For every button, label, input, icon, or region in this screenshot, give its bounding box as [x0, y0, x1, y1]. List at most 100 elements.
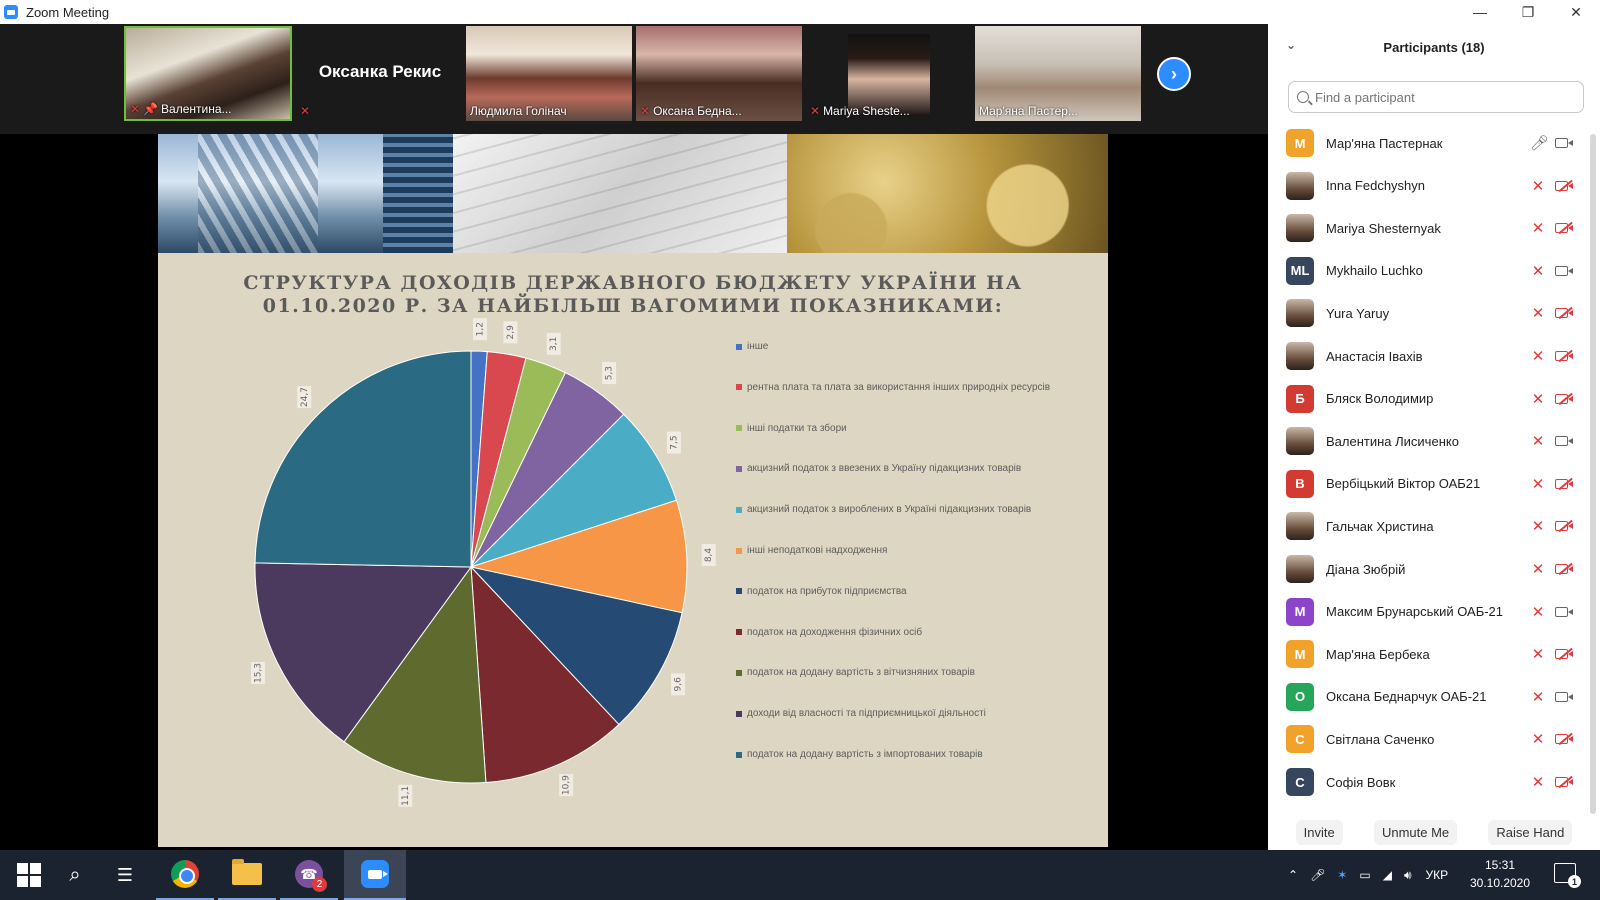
- participant-row[interactable]: С Софія Вовк ✕: [1268, 761, 1593, 803]
- participant-row[interactable]: Mariya Shesternyak ✕: [1268, 207, 1593, 249]
- tile-name-text: Mariya Sheste...: [823, 104, 910, 118]
- mic-muted-icon: ✕: [1531, 646, 1545, 664]
- bluetooth-icon[interactable]: ✶: [1337, 868, 1347, 882]
- participants-panel: ⌄ Participants (18) М Мар'яна Пастернак 🎤︎…: [1268, 24, 1600, 850]
- action-center-icon[interactable]: 1: [1554, 863, 1581, 888]
- participant-row[interactable]: Діана Зюбрій ✕: [1268, 548, 1593, 590]
- raise-hand-button[interactable]: Raise Hand: [1488, 819, 1573, 845]
- avatar: С: [1286, 725, 1314, 754]
- video-tile[interactable]: ✕ 📌 Валентина...: [124, 26, 292, 121]
- zoom-window: Zoom Meeting — ❐ ✕ ✕ 📌 Валентина... Окса…: [0, 0, 1600, 900]
- legend-swatch: [736, 384, 742, 391]
- taskbar-viber[interactable]: ☎ 2: [280, 850, 338, 900]
- camera-off-icon: [1555, 562, 1575, 576]
- legend-swatch: [736, 751, 742, 758]
- close-button[interactable]: ✕: [1552, 0, 1600, 24]
- legend-item: інші податки та збори: [736, 423, 847, 434]
- avatar: Б: [1286, 384, 1314, 413]
- chevron-right-icon: ›: [1171, 63, 1177, 84]
- avatar: О: [1286, 682, 1314, 711]
- participant-row[interactable]: Анастасія Іваxів ✕: [1268, 335, 1593, 377]
- avatar: С: [1286, 768, 1314, 796]
- taskbar-file-explorer[interactable]: [218, 850, 276, 900]
- viber-badge: 2: [312, 877, 327, 892]
- legend-label: акцизний податок з вироблених в Україні …: [747, 504, 1032, 516]
- video-tile[interactable]: ✕ Оксана Бедна...: [636, 26, 802, 121]
- clock-time: 15:31: [1484, 858, 1516, 872]
- participant-row[interactable]: Гальчак Христина ✕: [1268, 505, 1593, 547]
- participant-row[interactable]: С Світлана Саченко ✕: [1268, 718, 1593, 760]
- unmute-me-button[interactable]: Unmute Me: [1373, 819, 1458, 845]
- taskbar-zoom[interactable]: [344, 850, 406, 900]
- avatar: М: [1286, 640, 1314, 669]
- svg-text:2,9: 2,9: [506, 325, 516, 340]
- svg-text:15,3: 15,3: [253, 663, 263, 683]
- camera-icon: [1555, 136, 1575, 150]
- svg-text:5,3: 5,3: [605, 366, 615, 380]
- restore-icon: ❐: [1521, 3, 1535, 20]
- avatar: [1286, 171, 1314, 200]
- mic-muted-icon: ✕: [1531, 731, 1545, 749]
- next-page-button[interactable]: ›: [1157, 57, 1191, 91]
- restore-button[interactable]: ❐: [1504, 0, 1552, 24]
- camera-off-icon: [1555, 775, 1575, 789]
- presentation-slide: СТРУКТУРА ДОХОДІВ ДЕРЖАВНОГО БЮДЖЕТУ УКР…: [158, 134, 1108, 847]
- svg-text:24,7: 24,7: [300, 387, 310, 407]
- input-language[interactable]: УКР: [1426, 868, 1449, 882]
- legend-swatch: [736, 629, 742, 636]
- participant-search-input[interactable]: [1315, 89, 1565, 105]
- participant-row[interactable]: М Мар'яна Бербека ✕: [1268, 633, 1593, 675]
- mic-off-icon: ✕: [130, 102, 141, 116]
- chrome-icon: [171, 860, 199, 888]
- legend-label: рентна плата та плата за використання ін…: [747, 381, 1051, 393]
- participant-row[interactable]: Б Бляск Володимир ✕: [1268, 378, 1593, 420]
- participant-row[interactable]: ML Mykhailo Luchko ✕: [1268, 250, 1593, 292]
- legend-swatch: [736, 425, 742, 432]
- video-strip: ✕ 📌 Валентина... Оксанка Рекис ✕ Людмила…: [0, 24, 1268, 134]
- video-tile[interactable]: Мар'яна Пастер...: [975, 26, 1141, 121]
- legend-label: податок на додану вартість з імпортовани…: [747, 749, 983, 760]
- participant-row[interactable]: Yura Yaruy ✕: [1268, 292, 1593, 334]
- slice-data-label: 8,4: [701, 544, 716, 566]
- volume-icon[interactable]: 🔊︎: [1404, 868, 1412, 883]
- taskbar-chrome[interactable]: [156, 850, 214, 900]
- video-tile[interactable]: ✕ Mariya Sheste...: [806, 26, 972, 121]
- legend-label: інші неподаткові надходження: [747, 545, 888, 556]
- chevron-up-icon[interactable]: ⌃: [1288, 868, 1298, 882]
- avatar: ML: [1286, 256, 1314, 285]
- folder-icon: [232, 859, 262, 885]
- participant-row[interactable]: В Вербіцький Віктор ОАБ21 ✕: [1268, 463, 1593, 505]
- taskbar-clock[interactable]: 15:31 30.10.2020: [1465, 856, 1535, 892]
- camera-off-icon: [1555, 732, 1575, 746]
- legend-item: інші неподаткові надходження: [736, 545, 887, 556]
- participant-name: Yura Yaruy: [1326, 305, 1390, 321]
- minimize-button[interactable]: —: [1456, 0, 1504, 24]
- task-view-button[interactable]: ☰: [96, 850, 154, 900]
- participant-row[interactable]: Inna Fedchyshyn ✕: [1268, 165, 1593, 207]
- legend-swatch: [736, 588, 742, 595]
- legend-label: доходи від власності та підприємницької …: [747, 708, 986, 720]
- legend-label: інше: [747, 341, 769, 352]
- participant-list-scrollbar[interactable]: [1590, 134, 1596, 814]
- participant-row[interactable]: О Оксана Беднарчук ОАБ-21 ✕: [1268, 676, 1593, 718]
- participant-name: Бляск Володимир: [1326, 391, 1434, 407]
- legend-item: акцизний податок з вироблених в Україні …: [736, 504, 1031, 515]
- battery-icon[interactable]: ▭: [1359, 868, 1370, 882]
- collapse-chevron-icon[interactable]: ⌄: [1286, 38, 1296, 52]
- participant-name: Анастасія Іваxів: [1326, 348, 1423, 364]
- legend-swatch: [736, 506, 742, 513]
- microphone-icon[interactable]: 🎤︎: [1310, 868, 1325, 882]
- network-icon[interactable]: ◢: [1383, 868, 1392, 882]
- video-tile[interactable]: Людмила Голінач: [466, 26, 632, 121]
- participant-name: Світлана Саченко: [1326, 731, 1435, 747]
- svg-text:9,6: 9,6: [674, 677, 684, 692]
- participant-name: Оксана Беднарчук ОАБ-21: [1326, 689, 1487, 705]
- participant-row[interactable]: М Мар'яна Пастернак 🎤︎: [1268, 122, 1593, 164]
- mic-muted-icon: ✕: [1531, 177, 1545, 195]
- participant-name: Діана Зюбрій: [1326, 561, 1406, 577]
- invite-button[interactable]: Invite: [1295, 819, 1343, 845]
- video-tile[interactable]: Оксанка Рекис ✕: [296, 26, 464, 121]
- participant-row[interactable]: Валентина Лисиченко ✕: [1268, 420, 1593, 462]
- legend-label: податок на додану вартість з вітчизняних…: [747, 667, 975, 679]
- participant-row[interactable]: М Максим Брунарський ОАБ-21 ✕: [1268, 591, 1593, 633]
